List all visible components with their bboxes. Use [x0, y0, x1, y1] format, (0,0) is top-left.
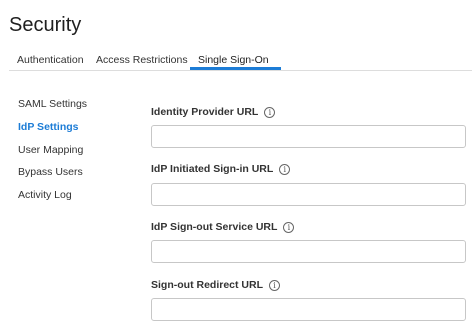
sidebar-item-idp-settings[interactable]: IdP Settings — [18, 121, 78, 133]
info-icon[interactable]: i — [264, 106, 276, 118]
idp-initiated-sign-in-url-label: IdP Initiated Sign-in URL i — [151, 163, 291, 175]
tab-single-sign-on[interactable]: Single Sign-On — [198, 54, 269, 66]
tab-authentication[interactable]: Authentication — [17, 54, 84, 66]
sign-out-redirect-url-label-text: Sign-out Redirect URL — [151, 279, 263, 291]
info-icon[interactable]: i — [269, 279, 280, 291]
sidebar-item-bypass-users[interactable]: Bypass Users — [18, 166, 83, 178]
idp-initiated-sign-in-url-input[interactable] — [151, 183, 466, 206]
idp-sign-out-service-url-label: IdP Sign-out Service URL i — [151, 221, 295, 233]
idp-sign-out-service-url-label-text: IdP Sign-out Service URL — [151, 221, 278, 233]
identity-provider-url-label-text: Identity Provider URL — [151, 106, 259, 118]
sign-out-redirect-url-input[interactable] — [151, 298, 466, 321]
tab-access-restrictions[interactable]: Access Restrictions — [96, 54, 188, 66]
info-icon[interactable]: i — [279, 163, 291, 175]
info-icon[interactable]: i — [283, 221, 295, 233]
security-page: Security Authentication Access Restricti… — [0, 0, 474, 335]
page-title: Security — [9, 14, 82, 36]
sidebar-item-activity-log[interactable]: Activity Log — [18, 189, 72, 201]
sidebar-item-user-mapping[interactable]: User Mapping — [18, 144, 83, 156]
sign-out-redirect-url-label: Sign-out Redirect URL i — [151, 279, 280, 291]
identity-provider-url-input[interactable] — [151, 125, 466, 148]
identity-provider-url-label: Identity Provider URL i — [151, 106, 276, 118]
active-tab-indicator — [190, 67, 281, 70]
sidebar-item-saml-settings[interactable]: SAML Settings — [18, 98, 87, 110]
idp-sign-out-service-url-input[interactable] — [151, 240, 466, 263]
tab-bar: Authentication Access Restrictions Singl… — [9, 48, 472, 71]
idp-initiated-sign-in-url-label-text: IdP Initiated Sign-in URL — [151, 163, 274, 175]
